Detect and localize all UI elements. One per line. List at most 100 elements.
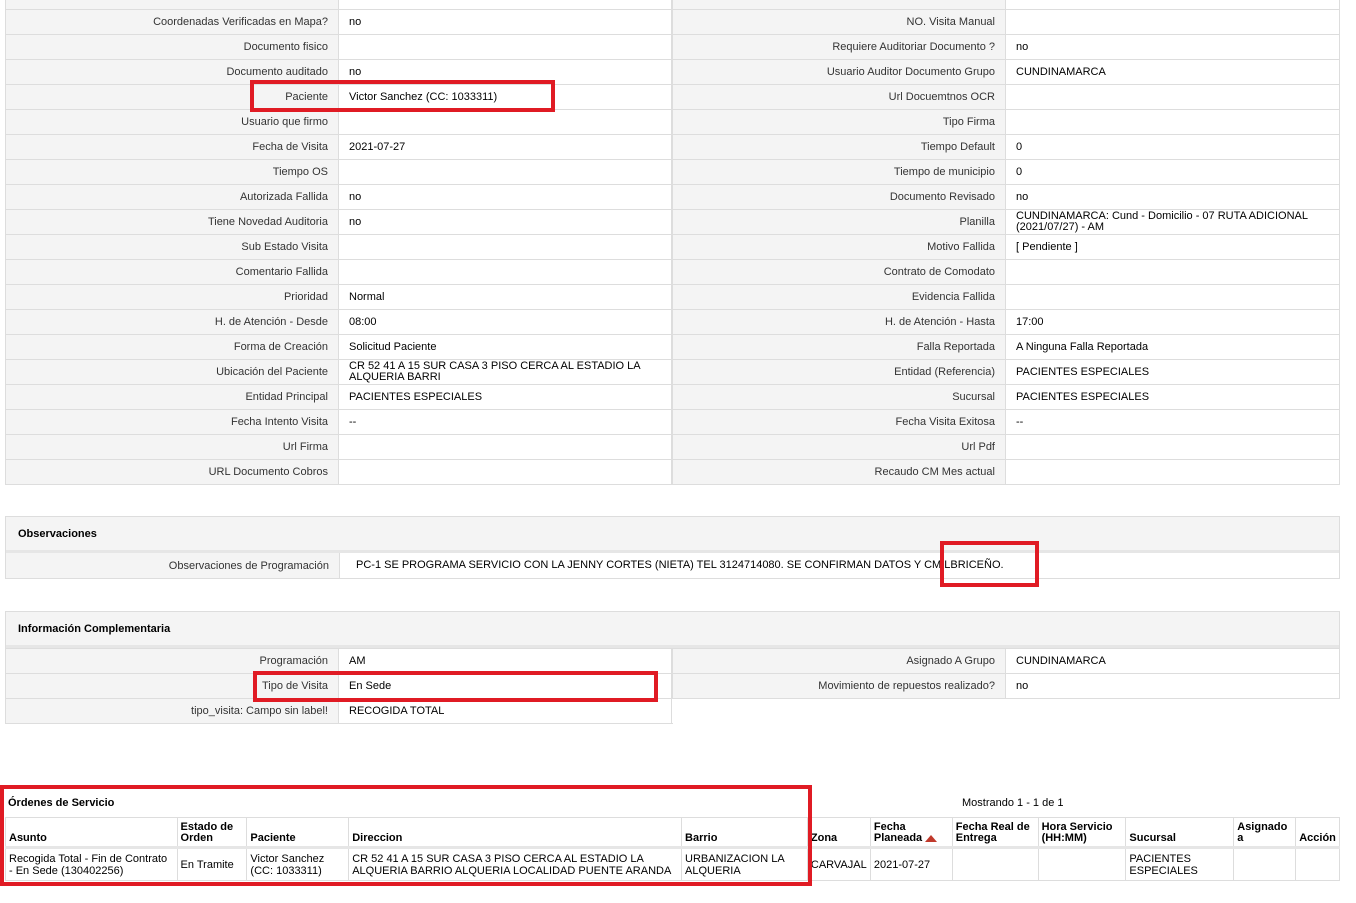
detail-value: no — [1006, 35, 1340, 59]
detail-label: H. de Atención - Hasta — [672, 310, 1006, 334]
detail-label: Url Pdf — [672, 435, 1006, 459]
column-header[interactable]: Sucursal — [1125, 817, 1235, 849]
detail-label: Recaudo CM Mes actual — [672, 460, 1006, 484]
detail-label: Url Docuemtnos OCR — [672, 85, 1006, 109]
column-header-label: Sucursal — [1129, 832, 1176, 844]
table-cell — [1037, 847, 1127, 881]
detail-value: [ Pendiente ] — [1006, 235, 1340, 259]
detail-value: no — [339, 185, 672, 209]
column-header-label: Hora Servicio (HH:MM) — [1041, 821, 1113, 844]
column-header[interactable]: Fecha Planeada — [869, 817, 953, 849]
detail-label: H. de Atención - Desde — [5, 310, 339, 334]
sort-asc-icon[interactable] — [925, 834, 938, 842]
detail-label: Tiempo OS — [5, 160, 339, 184]
column-header[interactable]: Asignado a — [1233, 817, 1297, 849]
detail-row: Autorizada Fallida no Documento Revisado no — [5, 185, 1340, 210]
scrollbar[interactable] — [1351, 0, 1356, 903]
detail-row: URL Documento Cobros Recaudo CM Mes actua… — [5, 460, 1340, 485]
detail-label: Fecha Visita Exitosa — [672, 410, 1006, 434]
table-row[interactable]: Recogida Total - Fin de Contrato - En Se… — [5, 847, 1340, 881]
column-header-label: Fecha Planeada — [873, 821, 923, 844]
detail-value — [339, 160, 672, 184]
detail-label: Coordenadas Verificadas en Mapa? — [5, 10, 339, 34]
comp-label: Movimiento de repuestos realizado? — [672, 674, 1006, 698]
column-header[interactable]: Estado de Orden — [176, 817, 248, 849]
detail-row — [5, 0, 1340, 10]
column-header[interactable]: Fecha Real de Entrega — [951, 817, 1039, 849]
detail-row: Fecha Intento Visita -- Fecha Visita Exito… — [5, 410, 1340, 435]
detail-value: CUNDINAMARCA — [1006, 60, 1340, 84]
comp-label: tipo_visita: Campo sin label! — [5, 699, 339, 723]
complementaria-section: Información Complementaria — [5, 611, 1340, 649]
detail-row: Coordenadas Verificadas en Mapa? no NO. Vi… — [5, 10, 1340, 35]
detail-value: 17:00 — [1006, 310, 1340, 334]
detail-label: NO. Visita Manual — [672, 10, 1006, 34]
table-cell — [1295, 847, 1340, 881]
detail-value — [339, 435, 672, 459]
complementaria-grid: Programación AM Asignado A Grupo CUNDINAMAR… — [5, 648, 1340, 724]
table-cell: Victor Sanchez (CC: 1033311) — [246, 847, 350, 881]
detail-value: PACIENTES ESPECIALES — [1006, 385, 1340, 409]
detail-value: Solicitud Paciente — [339, 335, 672, 359]
column-header[interactable]: Zona — [806, 817, 871, 849]
detail-value: 08:00 — [339, 310, 672, 334]
section-title: Observaciones — [6, 517, 1339, 553]
column-header[interactable]: Barrio — [681, 817, 808, 849]
column-header-label: Barrio — [685, 832, 718, 844]
detail-label: Entidad Principal — [5, 385, 339, 409]
detail-value: no — [1006, 185, 1340, 209]
detail-label: Documento auditado — [5, 60, 339, 84]
column-header[interactable]: Acción — [1295, 817, 1340, 849]
detail-label: Fecha de Visita — [5, 135, 339, 159]
detail-label: Prioridad — [5, 285, 339, 309]
column-header-label: Asunto — [9, 832, 47, 844]
detail-value — [1006, 85, 1340, 109]
detail-label: Sucursal — [672, 385, 1006, 409]
detail-label: Motivo Fallida — [672, 235, 1006, 259]
column-header[interactable]: Paciente — [246, 817, 350, 849]
detail-row: Entidad Principal PACIENTES ESPECIALES Suc… — [5, 385, 1340, 410]
detail-row: Documento auditado no Usuario Auditor Docu… — [5, 60, 1340, 85]
comp-label: Asignado A Grupo — [672, 649, 1006, 673]
detail-label: Entidad (Referencia) — [672, 360, 1006, 384]
detail-label: Usuario que firmo — [5, 110, 339, 134]
detail-value — [339, 235, 672, 259]
column-header[interactable]: Hora Servicio (HH:MM) — [1037, 817, 1127, 849]
detail-label: Paciente — [5, 85, 339, 109]
detail-value: -- — [1006, 410, 1340, 434]
detail-label: Forma de Creación — [5, 335, 339, 359]
ordenes-table: Asunto Estado de Orden Paciente Direccion Ba… — [5, 817, 1340, 881]
detail-label: Sub Estado Visita — [5, 235, 339, 259]
detail-value: PACIENTES ESPECIALES — [339, 385, 672, 409]
column-header[interactable]: Asunto — [5, 817, 178, 849]
detail-label: Comentario Fallida — [5, 260, 339, 284]
detail-row: Tiene Novedad Auditoria no Planilla CUNDINA… — [5, 210, 1340, 235]
detail-label: Tipo Firma — [672, 110, 1006, 134]
detail-label: Autorizada Fallida — [5, 185, 339, 209]
detail-value — [1006, 435, 1340, 459]
column-header-label: Direccion — [352, 832, 403, 844]
column-header-label: Paciente — [250, 832, 296, 844]
column-header-label: Zona — [810, 832, 838, 844]
detail-label: Documento fisico — [5, 35, 339, 59]
column-header-label: Fecha Real de Entrega — [955, 821, 1030, 844]
table-cell — [951, 847, 1039, 881]
detail-label: Documento Revisado — [672, 185, 1006, 209]
detail-value: no — [339, 60, 672, 84]
detail-value: CUNDINAMARCA: Cund - Domicilio - 07 RUTA… — [1006, 210, 1340, 234]
complementaria-row: Tipo de Visita En Sede Movimiento de repue… — [5, 674, 1340, 699]
detail-value: PACIENTES ESPECIALES — [1006, 360, 1340, 384]
table-cell: 2021-07-27 — [869, 847, 953, 881]
detail-row: H. de Atención - Desde 08:00 H. de Atenció… — [5, 310, 1340, 335]
detail-value: CR 52 41 A 15 SUR CASA 3 PISO CERCA AL E… — [339, 360, 672, 384]
column-header-label: Acción — [1299, 832, 1336, 844]
detail-row: Tiempo OS Tiempo de municipio 0 — [5, 160, 1340, 185]
column-header[interactable]: Direccion — [348, 817, 683, 849]
observaciones-label: Observaciones de Programación — [6, 553, 340, 578]
comp-value: En Sede — [339, 674, 672, 698]
detail-label: Requiere Auditoriar Documento ? — [672, 35, 1006, 59]
detail-row: Fecha de Visita 2021-07-27 Tiempo Default 0 — [5, 135, 1340, 160]
table-cell: URBANIZACION LA ALQUERIA — [681, 847, 808, 881]
detail-value — [1006, 260, 1340, 284]
table-cell: Recogida Total - Fin de Contrato - En Se… — [5, 847, 178, 881]
